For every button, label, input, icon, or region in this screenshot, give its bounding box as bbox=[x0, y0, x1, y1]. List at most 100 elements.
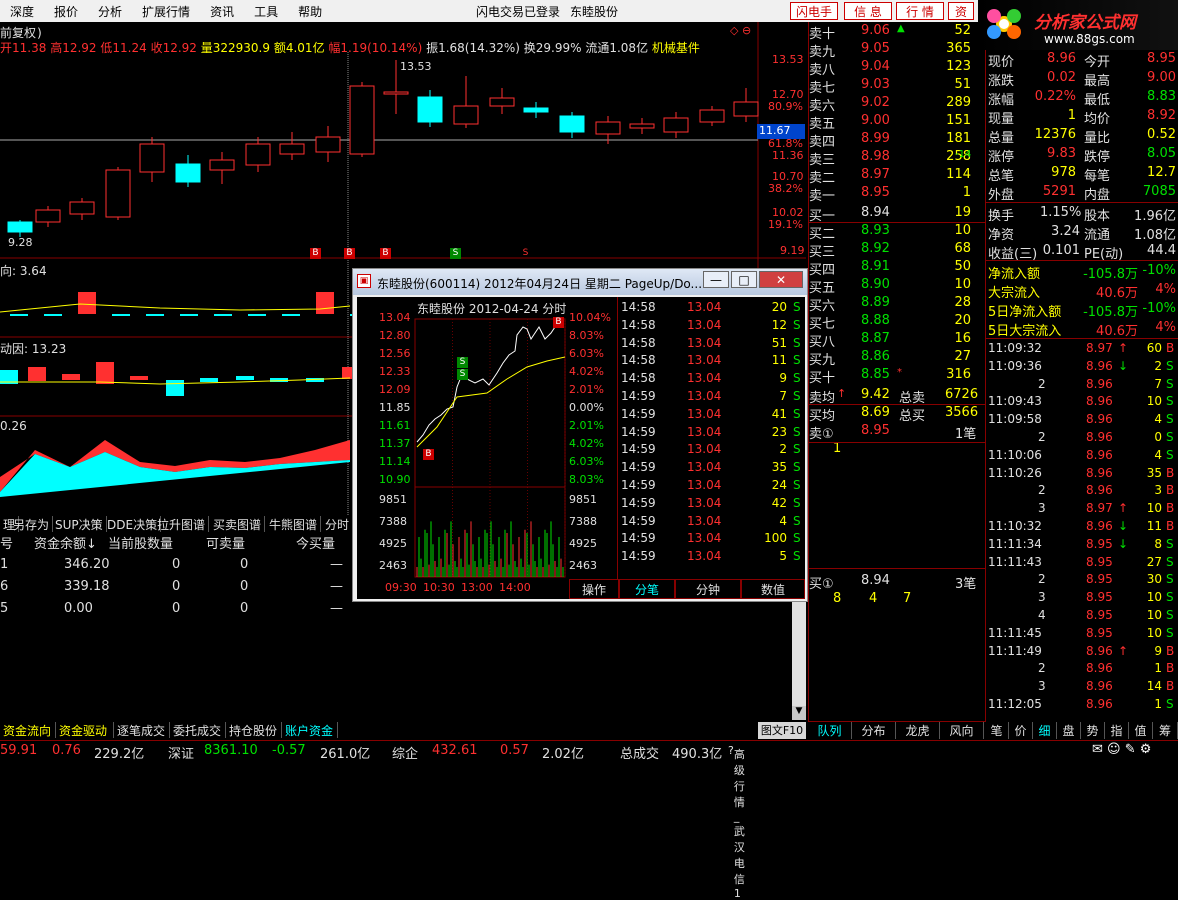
flash-trade-button[interactable]: 闪电手 bbox=[790, 2, 838, 20]
f10-button[interactable]: 图文F10 bbox=[758, 722, 806, 739]
tab-lift-chart[interactable]: 拉升图谱 bbox=[154, 516, 210, 532]
tab-distribution[interactable]: 分布 bbox=[852, 722, 896, 739]
popup-tick-price: 13.04 bbox=[687, 406, 722, 421]
buy-price: 8.87 bbox=[861, 331, 890, 346]
tab-queue[interactable]: 队列 bbox=[808, 722, 852, 739]
popup-tab-minutes[interactable]: 分钟 bbox=[675, 579, 741, 599]
tab-positions[interactable]: 持仓股份 bbox=[226, 722, 282, 738]
menu-tools[interactable]: 工具 bbox=[244, 3, 288, 20]
maximize-icon[interactable]: □ bbox=[731, 271, 757, 288]
col-header-sellable[interactable]: 可卖量 bbox=[206, 533, 245, 552]
account-row-qty: 0 bbox=[172, 557, 181, 572]
order-book-sell-row: 卖五 9.00 151 bbox=[809, 112, 985, 132]
popup-tick-row: 14:59 13.04 5 S bbox=[619, 548, 805, 566]
tab-value[interactable]: 值 bbox=[1129, 722, 1153, 739]
tab-fund-drive[interactable]: 资金驱动 bbox=[56, 722, 114, 738]
popup-tick-row: 14:58 13.04 9 S bbox=[619, 370, 805, 388]
intraday-popup-window[interactable]: ▣ 东睦股份(600114) 2012年04月24日 星期二 PageUp/Do… bbox=[352, 268, 808, 602]
minimize-icon[interactable]: — bbox=[703, 271, 729, 288]
tab-tick[interactable]: 笔 bbox=[985, 722, 1009, 739]
tick-side: B bbox=[1166, 519, 1175, 533]
tab-wind[interactable]: 风向 bbox=[940, 722, 984, 739]
tab-bullbear-chart[interactable]: 牛熊图谱 bbox=[266, 516, 322, 532]
buy1-price: 8.94 bbox=[861, 573, 890, 588]
tab-buysell-chart[interactable]: 买卖图谱 bbox=[210, 516, 266, 532]
candle bbox=[417, 90, 443, 127]
col-header-balance[interactable]: 资金余额↓ bbox=[34, 533, 97, 552]
data-button[interactable]: 资 bbox=[948, 2, 974, 20]
intraday-right-axis-label: 8.03% bbox=[569, 329, 604, 342]
menu-depth[interactable]: 深度 bbox=[0, 3, 44, 20]
popup-tab-values[interactable]: 数值 bbox=[741, 579, 805, 599]
low-price-label: 9.28 bbox=[8, 236, 33, 249]
tick-side: S bbox=[1166, 590, 1174, 605]
quote-label: 外盘 bbox=[988, 188, 1015, 203]
order-book: 卖十 9.06 ▲ 52 卖九 9.05 365 卖八 9.04 123 卖七 9.03 51 卖六 9.0… bbox=[808, 22, 985, 722]
menu-help[interactable]: 帮助 bbox=[288, 3, 332, 20]
tick-volume: 35 bbox=[1146, 465, 1162, 480]
tab-chips[interactable]: 筹 bbox=[1153, 722, 1178, 739]
tab-price[interactable]: 价 bbox=[1009, 722, 1033, 739]
tick-side: S bbox=[1166, 536, 1174, 551]
intraday-left-axis-label: 12.80 bbox=[379, 329, 411, 342]
current-stock-name: 东睦股份 bbox=[570, 5, 619, 19]
tab-account-funds[interactable]: 账户资金 bbox=[282, 722, 338, 738]
sz-index-label[interactable]: 深证 bbox=[168, 743, 194, 762]
tick-row: 11:10:06 8.96 4 S bbox=[988, 447, 1178, 465]
tick-volume: 7 bbox=[1154, 376, 1162, 391]
buy-price: 8.93 bbox=[861, 223, 890, 238]
order-book-sell-row: 卖七 9.03 51 bbox=[809, 76, 985, 96]
menu-news[interactable]: 资讯 bbox=[200, 3, 244, 20]
tab-save-as[interactable]: 另存为 bbox=[10, 516, 54, 532]
tick-time: 2 bbox=[1038, 483, 1046, 498]
close-icon[interactable]: ✕ bbox=[759, 271, 803, 288]
tab-trend[interactable]: 势 bbox=[1081, 722, 1105, 739]
popup-tick-time: 14:59 bbox=[621, 478, 656, 492]
status-icons[interactable]: ✉ ☺ ✎ ⚙ bbox=[1092, 742, 1151, 757]
menu-analysis[interactable]: 分析 bbox=[88, 3, 132, 20]
popup-tick-volume: 11 bbox=[771, 353, 787, 368]
tab-index[interactable]: 指 bbox=[1105, 722, 1129, 739]
vertical-scrollbar[interactable]: ▼ bbox=[792, 600, 806, 720]
col-header-qty[interactable]: 当前股数量 bbox=[108, 533, 173, 552]
tick-price: 8.96 bbox=[1086, 679, 1113, 694]
tick-price: 8.95 bbox=[1086, 572, 1113, 587]
menu-quote[interactable]: 报价 bbox=[44, 3, 88, 20]
zq-index-label[interactable]: 综企 bbox=[392, 743, 418, 762]
order-book-buy-row: 买二 8.93 10 bbox=[809, 222, 985, 242]
tab-intraday[interactable]: 分时 bbox=[322, 516, 354, 532]
tab-sup[interactable]: SUP决策 bbox=[52, 516, 107, 532]
tick-price: 8.96 bbox=[1086, 376, 1113, 391]
quote-label: 净资 bbox=[988, 228, 1015, 243]
popup-titlebar[interactable]: ▣ 东睦股份(600114) 2012年04月24日 星期二 PageUp/Do… bbox=[353, 269, 807, 295]
tab-tick-trades[interactable]: 逐笔成交 bbox=[114, 722, 170, 738]
tab-fund-flow[interactable]: 资金流向 bbox=[0, 722, 56, 738]
tick-price: 8.95 bbox=[1086, 625, 1113, 640]
tab-board[interactable]: 盘 bbox=[1057, 722, 1081, 739]
tab-dragon-tiger[interactable]: 龙虎 bbox=[896, 722, 940, 739]
quote-row: 总量 12376 量比 0.52 bbox=[988, 126, 1178, 146]
info-button[interactable]: 信 息 bbox=[844, 2, 892, 20]
menu-extended[interactable]: 扩展行情 bbox=[132, 3, 200, 20]
tab-detail[interactable]: 细 bbox=[1033, 722, 1057, 739]
col-header-buy-today[interactable]: 今买量 bbox=[296, 533, 335, 552]
buy1-detail: 4 bbox=[869, 591, 878, 606]
sell-volume: 52 bbox=[954, 23, 971, 38]
logo-text: 分析家公式网 bbox=[1034, 13, 1136, 33]
buy1-queue-row[interactable]: 买① 8.94 3笔 bbox=[809, 572, 985, 592]
popup-tick-time: 14:59 bbox=[621, 495, 656, 510]
sell-volume: 1 bbox=[962, 185, 971, 200]
market-button[interactable]: 行 情 bbox=[896, 2, 944, 20]
quote-row: 涨跌 0.02 最高 9.00 bbox=[988, 69, 1178, 89]
total-volume: 6726 bbox=[945, 387, 979, 402]
popup-tab-operate[interactable]: 操作 bbox=[569, 579, 619, 599]
sz-index-change: -0.57 bbox=[272, 743, 306, 758]
sell1-queue-row[interactable]: 卖① 8.95 1笔 bbox=[809, 422, 985, 442]
popup-tick-side: S bbox=[793, 513, 801, 528]
indicator-bar bbox=[282, 314, 300, 316]
popup-tick-side: S bbox=[793, 406, 801, 421]
popup-tab-ticks[interactable]: 分笔 bbox=[619, 579, 675, 599]
scroll-down-icon[interactable]: ▼ bbox=[792, 706, 806, 720]
tab-orders[interactable]: 委托成交 bbox=[170, 722, 226, 738]
tab-dde[interactable]: DDE决策 bbox=[104, 516, 162, 532]
